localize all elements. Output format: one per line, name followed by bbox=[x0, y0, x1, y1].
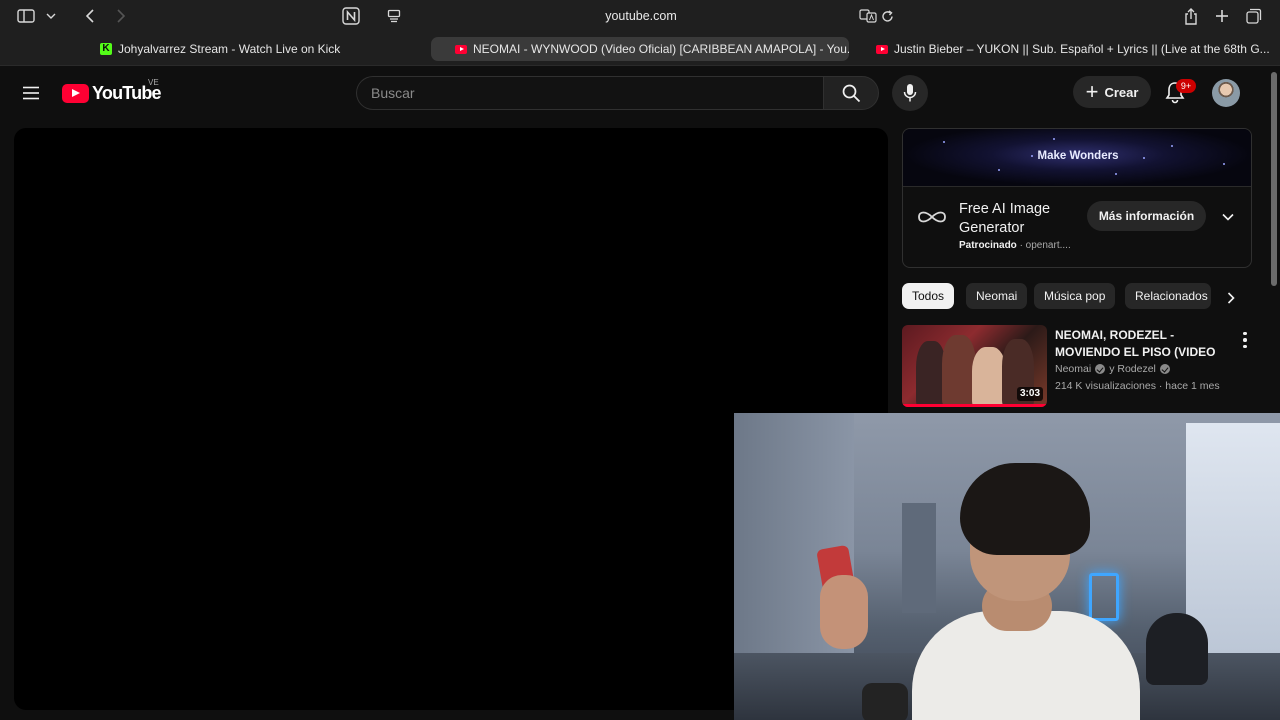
browser-toolbar: youtube.com bbox=[0, 0, 1280, 34]
video-duration: 3:03 bbox=[1016, 387, 1043, 401]
address-bar[interactable]: youtube.com bbox=[560, 5, 722, 27]
related-video-title[interactable]: NEOMAI, RODEZEL - MOVIENDO EL PISO (VIDE… bbox=[1055, 327, 1225, 361]
tab-kick-stream[interactable]: K Johyalvarrez Stream - Watch Live on Ki… bbox=[100, 37, 400, 61]
ad-meta: Patrocinado · openart.... bbox=[959, 240, 1071, 251]
youtube-favicon-icon bbox=[876, 44, 888, 54]
voice-search-button[interactable] bbox=[892, 75, 928, 111]
sponsored-ad-card[interactable]: Make Wonders Free AI Image Generator Pat… bbox=[902, 128, 1252, 268]
filter-chips: Todos Neomai Música pop Relacionados bbox=[902, 283, 1252, 311]
channel-name-2: y Rodezel bbox=[1109, 363, 1156, 375]
verified-icon bbox=[1159, 364, 1170, 374]
tab-justin-bieber[interactable]: Justin Bieber – YUKON || Sub. Español + … bbox=[876, 37, 1272, 61]
chip-musica-pop[interactable]: Música pop bbox=[1034, 283, 1116, 309]
tab-neomai-wynwood[interactable]: NEOMAI - WYNWOOD (Video Oficial) [CARIBB… bbox=[431, 37, 849, 61]
video-thumbnail[interactable]: 3:03 bbox=[902, 325, 1047, 407]
webcam-overlay bbox=[734, 413, 1280, 720]
forward-icon[interactable] bbox=[109, 4, 133, 28]
sponsored-label: Patrocinado bbox=[959, 240, 1017, 251]
search-input[interactable] bbox=[357, 77, 824, 109]
search-button[interactable] bbox=[823, 76, 879, 110]
microphone-icon bbox=[903, 84, 917, 102]
tab-title: Justin Bieber – YUKON || Sub. Español + … bbox=[894, 42, 1270, 56]
search-icon bbox=[842, 84, 861, 103]
tab-overview-icon[interactable] bbox=[1242, 4, 1266, 28]
advertiser-domain: · openart.... bbox=[1019, 240, 1071, 251]
youtube-logo[interactable]: YouTube bbox=[62, 82, 162, 104]
back-icon[interactable] bbox=[78, 4, 102, 28]
chip-relacionados[interactable]: Relacionados bbox=[1125, 283, 1211, 309]
more-options-icon[interactable] bbox=[1238, 329, 1252, 351]
reader-icon[interactable] bbox=[382, 4, 406, 28]
related-video-stats: 214 K visualizaciones · hace 1 mes bbox=[1055, 380, 1220, 392]
tab-title: NEOMAI - WYNWOOD (Video Oficial) [CARIBB… bbox=[473, 42, 849, 56]
notion-icon[interactable] bbox=[339, 4, 363, 28]
reload-icon[interactable] bbox=[875, 4, 899, 28]
ad-banner-text: Make Wonders bbox=[1037, 150, 1119, 162]
create-button[interactable]: + Crear bbox=[1073, 76, 1151, 108]
ad-title[interactable]: Free AI Image Generator bbox=[959, 200, 1089, 238]
ad-banner-image[interactable]: Make Wonders bbox=[903, 129, 1251, 187]
watched-progress-bar bbox=[902, 404, 1047, 407]
new-tab-icon[interactable] bbox=[1210, 4, 1234, 28]
related-video-item[interactable]: 3:03 NEOMAI, RODEZEL - MOVIENDO EL PISO … bbox=[902, 325, 1258, 409]
related-video-channel[interactable]: Neomai y Rodezel bbox=[1055, 363, 1174, 375]
tab-title: Johyalvarrez Stream - Watch Live on Kick bbox=[118, 42, 341, 56]
channel-name: Neomai bbox=[1055, 363, 1092, 375]
verified-icon bbox=[1095, 364, 1106, 374]
region-code: VE bbox=[148, 78, 159, 87]
share-icon[interactable] bbox=[1179, 4, 1203, 28]
chip-todos[interactable]: Todos bbox=[902, 283, 955, 309]
hamburger-menu-icon[interactable] bbox=[18, 80, 44, 106]
youtube-header: YouTube VE + Crear 9+ bbox=[0, 66, 1268, 120]
notification-count-badge: 9+ bbox=[1176, 79, 1196, 93]
create-label: Crear bbox=[1104, 84, 1139, 100]
openart-logo-icon bbox=[917, 207, 947, 227]
chip-neomai[interactable]: Neomai bbox=[966, 283, 1028, 309]
user-avatar[interactable] bbox=[1212, 79, 1240, 107]
scrollbar-thumb[interactable] bbox=[1271, 72, 1277, 286]
kick-favicon-icon: K bbox=[100, 43, 112, 55]
youtube-play-icon bbox=[62, 83, 89, 103]
tab-bar: K Johyalvarrez Stream - Watch Live on Ki… bbox=[0, 34, 1280, 66]
learn-more-button[interactable]: Más información bbox=[1087, 201, 1206, 231]
youtube-favicon-icon bbox=[455, 44, 467, 54]
chevron-down-icon[interactable] bbox=[39, 4, 63, 28]
sidebar-icon[interactable] bbox=[14, 4, 38, 28]
chevron-down-icon[interactable] bbox=[1218, 207, 1238, 227]
search-box bbox=[356, 76, 824, 110]
plus-icon: + bbox=[1085, 79, 1099, 104]
chevron-right-icon[interactable] bbox=[1220, 287, 1242, 309]
